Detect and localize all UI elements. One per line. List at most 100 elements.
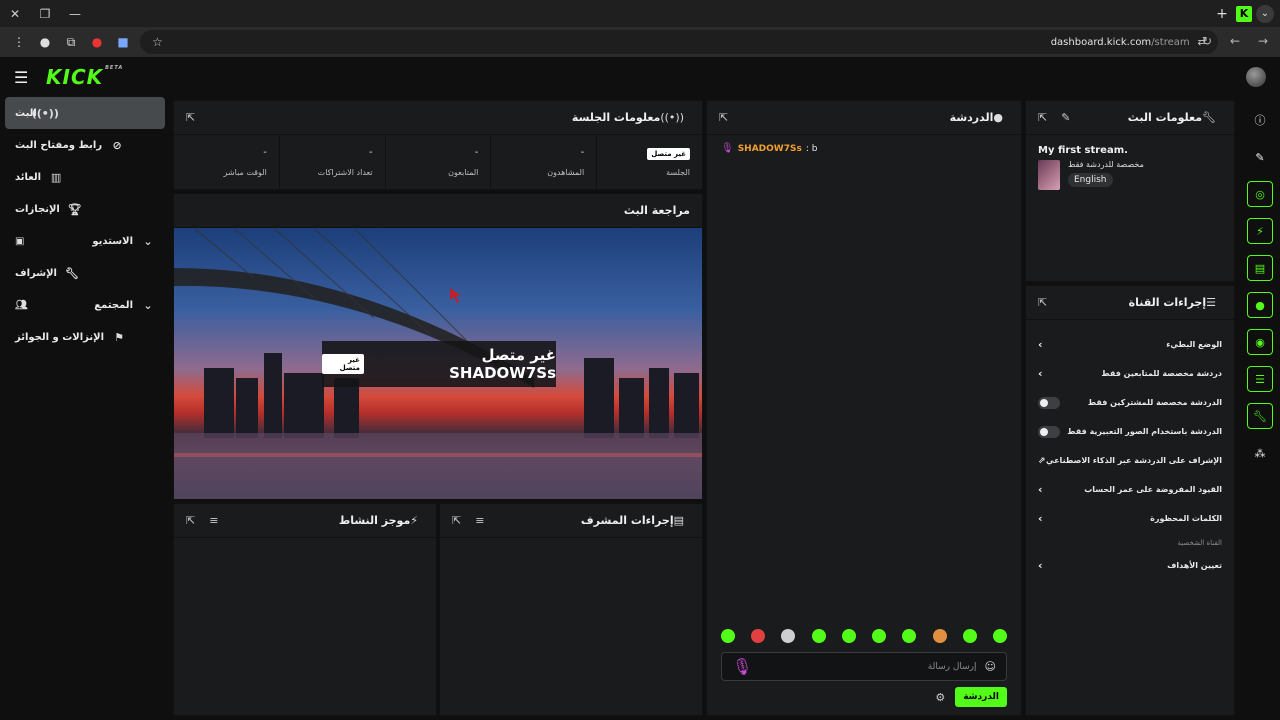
stat-followers: - المتابعون <box>384 135 491 189</box>
emote-icon[interactable] <box>841 629 856 643</box>
set-goals-item[interactable]: تعيين الأهداف › <box>1026 551 1234 580</box>
new-tab-button[interactable]: + <box>1212 6 1232 22</box>
reload-icon[interactable]: ↻ <box>1196 30 1218 52</box>
edit-icon[interactable]: ✎ <box>1247 144 1273 170</box>
account-age-item[interactable]: القيود المفروضة على عمر الحساب › <box>1026 475 1234 504</box>
sidebar-item-achievements[interactable]: 🏆︎ الإنجازات <box>5 193 165 225</box>
forward-icon[interactable]: → <box>1252 30 1274 52</box>
menu-dots-icon[interactable]: ⋮ <box>8 31 30 53</box>
stat-live-time: - الوقت مباشر <box>223 147 267 177</box>
more-widgets-icon[interactable]: ⁂ <box>1247 440 1273 466</box>
stream-title: My first stream. <box>1038 145 1128 156</box>
chevron-right-icon: › <box>1038 512 1043 525</box>
activity-widget-icon[interactable]: ⚡︎ <box>1247 218 1273 244</box>
popout-icon[interactable]: ⇱ <box>1038 296 1047 309</box>
sidebar-item-moderation[interactable]: 🔧︎ الإشراف <box>5 257 165 289</box>
stream-info-widget-icon[interactable]: 🔧︎ <box>1247 403 1273 429</box>
category-label: مخصصة للدردشة فقط <box>1068 160 1144 169</box>
sidebar-item-revenue[interactable]: ▥ العائد <box>5 161 165 193</box>
emote-icon[interactable] <box>992 629 1007 643</box>
hamburger-menu-icon[interactable]: ☰ <box>14 68 34 87</box>
filter-icon[interactable]: ≡ <box>475 514 484 527</box>
session-stats: غير متصل الجلسة - المشاهدون - المتابعون … <box>174 135 702 189</box>
tab-list-button[interactable]: ⌄ <box>1256 4 1274 23</box>
emote-only-item[interactable]: الدردشة باستخدام الصور التعبيرية فقط <box>1026 417 1234 446</box>
subscribers-only-toggle[interactable] <box>1038 396 1060 409</box>
panel-title: مراجعة البث <box>623 204 690 217</box>
extensions-icon[interactable]: ⧉ <box>60 31 82 53</box>
channel-actions-widget-icon[interactable]: ☰ <box>1247 366 1273 392</box>
chevron-right-icon: › <box>1038 483 1043 496</box>
emoji-icon[interactable]: ☺ <box>985 660 996 673</box>
chat-send-button[interactable]: الدردشة <box>955 687 1007 707</box>
chevron-right-icon: › <box>1038 367 1043 380</box>
mod-actions-widget-icon[interactable]: ▤ <box>1247 255 1273 281</box>
link-icon: ⊘ <box>112 138 122 152</box>
followers-only-item[interactable]: دردشة مخصصة للمتابعين فقط › <box>1026 359 1234 388</box>
profile-icon[interactable]: ● <box>34 31 56 53</box>
app-header: ☰ KICK BETA <box>0 57 1280 97</box>
stat-subscriptions: - تعداد الاشتراكات <box>278 135 385 189</box>
url-field[interactable]: ☆ dashboard.kick.com/stream ⇄ <box>140 30 1218 54</box>
emote-icon[interactable] <box>872 629 887 643</box>
gear-icon[interactable]: ⚙ <box>935 691 945 704</box>
kick-logo[interactable]: KICK BETA <box>46 65 123 89</box>
bookmark-star-icon[interactable]: ☆ <box>152 35 163 49</box>
channel-actions-panel: ☰ إجراءات القناة ⇱ الوضع البطيء › دردشة م… <box>1025 285 1235 716</box>
sidebar-item-community[interactable]: ⌄ المجتمع 👥︎ <box>5 289 165 321</box>
broadcast-icon: ((•)) <box>660 111 684 124</box>
chat-text: : b <box>805 143 818 154</box>
status-badge: غير متصل <box>322 354 364 374</box>
edit-icon[interactable]: ✎ <box>1061 111 1070 124</box>
offline-overlay: غير متصل SHADOW7Ss غير متصل <box>322 341 556 387</box>
preview-widget-icon[interactable]: ◎ <box>1247 181 1273 207</box>
slow-mode-item[interactable]: الوضع البطيء › <box>1026 330 1234 359</box>
popout-icon[interactable]: ⇱ <box>186 111 195 124</box>
popout-icon[interactable]: ⇱ <box>452 514 461 527</box>
restore-window-icon[interactable]: ❐ <box>30 0 60 27</box>
studio-icon: ▣ <box>15 235 25 247</box>
emote-icon[interactable] <box>781 629 796 643</box>
translate-icon[interactable]: ■ <box>112 31 134 53</box>
minimize-window-icon[interactable]: — <box>60 0 90 27</box>
sidebar-item-drops[interactable]: ⚑ الإنزالات و الجوائز <box>5 321 165 353</box>
info-icon[interactable]: ⓘ <box>1247 107 1273 133</box>
popout-icon[interactable]: ⇱ <box>186 514 195 527</box>
gift-icon: ⚑ <box>114 330 124 344</box>
close-window-icon[interactable]: ✕ <box>0 0 30 27</box>
chevron-right-icon: › <box>1038 338 1043 351</box>
subscribers-only-item[interactable]: الدردشة مخصصة للمشتركين فقط <box>1026 388 1234 417</box>
mod-actions-panel: ▤ إجراءات المشرف ⇱ ≡ <box>439 503 703 716</box>
back-icon[interactable]: ← <box>1224 30 1246 52</box>
url-text: dashboard.kick.com/stream <box>1050 36 1190 48</box>
chat-input[interactable]: ☺ إرسال رسالة 🎙︎ <box>721 652 1007 681</box>
session-widget-icon[interactable]: ◉ <box>1247 329 1273 355</box>
emote-icon[interactable] <box>962 629 977 643</box>
chat-widget-icon[interactable]: ● <box>1247 292 1273 318</box>
sidebar-item-stream-key[interactable]: ⊘ رابط ومفتاح البث <box>5 129 165 161</box>
panel-title: إجراءات القناة <box>1128 296 1207 309</box>
chat-username[interactable]: SHADOW7Ss <box>738 144 802 154</box>
stat-viewers: - المشاهدون <box>490 135 596 189</box>
stream-preview-panel: مراجعة البث غير متصل SHADOW7Ss غير متصل <box>173 193 703 500</box>
ai-moderation-item[interactable]: الإشراف على الدردشة عبر الذكاء الاصطناعي… <box>1026 446 1234 475</box>
emote-only-toggle[interactable] <box>1038 425 1060 438</box>
popout-icon[interactable]: ⇱ <box>1038 111 1047 124</box>
sidebar-item-stream[interactable]: ((•)) البث <box>5 97 165 129</box>
mic-icon[interactable]: 🎙︎ <box>732 657 752 676</box>
emote-icon[interactable] <box>811 629 826 643</box>
emote-icon[interactable] <box>932 629 947 643</box>
sidebar-item-studio[interactable]: ⌄ الاستديو ▣ <box>5 225 165 257</box>
popout-icon[interactable]: ⇱ <box>719 111 728 124</box>
dashboard-sidebar: ((•)) البث ⊘ رابط ومفتاح البث ▥ العائد 🏆︎ ال… <box>0 97 170 720</box>
banned-words-item[interactable]: الكلمات المحظورة › <box>1026 504 1234 533</box>
emote-icon[interactable] <box>721 629 735 643</box>
chevron-down-icon: ⌄ <box>143 234 153 248</box>
emote-icon[interactable] <box>902 629 917 643</box>
filter-icon[interactable]: ≡ <box>209 514 218 527</box>
wrench-icon: 🔧︎ <box>65 266 79 280</box>
extension-red-icon[interactable]: ● <box>86 31 108 53</box>
kick-tab-icon[interactable]: K <box>1236 5 1252 22</box>
user-avatar[interactable] <box>1246 67 1266 87</box>
emote-icon[interactable] <box>751 629 766 643</box>
